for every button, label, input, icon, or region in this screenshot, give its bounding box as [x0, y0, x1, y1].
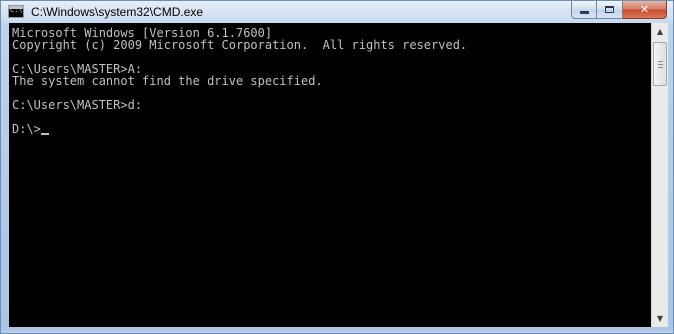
console-prompt-line[interactable]: D:\>: [12, 123, 651, 135]
window-title: C:\Windows\system32\CMD.exe: [31, 5, 204, 19]
arrow-up-icon: ▲: [656, 27, 664, 36]
minimize-icon: [579, 11, 589, 14]
scroll-down-button[interactable]: ▼: [652, 310, 668, 327]
scroll-up-button[interactable]: ▲: [652, 23, 668, 40]
window-bottom-frame: [1, 327, 673, 333]
close-button[interactable]: ✕: [623, 1, 667, 19]
maximize-button[interactable]: [597, 1, 623, 19]
current-prompt: D:\>: [12, 122, 41, 136]
console-line: C:\Users\MASTER>d:: [12, 98, 143, 112]
cmd-window: C:\ C:\Windows\system32\CMD.exe ✕ Micros…: [0, 0, 674, 334]
console-output[interactable]: Microsoft Windows [Version 6.1.7600] Cop…: [9, 23, 651, 327]
grip-line: [658, 67, 663, 68]
scroll-thumb[interactable]: [653, 42, 667, 86]
close-icon: ✕: [639, 3, 650, 16]
console-lines: Microsoft Windows [Version 6.1.7600] Cop…: [9, 23, 651, 135]
console-line: Copyright (c) 2009 Microsoft Corporation…: [12, 38, 468, 52]
cmd-icon-label: C:\: [10, 6, 23, 14]
cmd-app-icon[interactable]: C:\: [8, 5, 24, 18]
console-line: The system cannot find the drive specifi…: [12, 74, 323, 88]
arrow-down-icon: ▼: [656, 314, 664, 323]
title-bar[interactable]: C:\ C:\Windows\system32\CMD.exe ✕: [1, 1, 673, 23]
maximize-icon: [605, 6, 614, 13]
minimize-button[interactable]: [571, 1, 597, 19]
grip-line: [658, 64, 663, 65]
caption-buttons: ✕: [571, 1, 667, 19]
grip-line: [658, 61, 663, 62]
vertical-scrollbar[interactable]: ▲ ▼: [651, 23, 668, 327]
text-cursor: [40, 133, 49, 135]
